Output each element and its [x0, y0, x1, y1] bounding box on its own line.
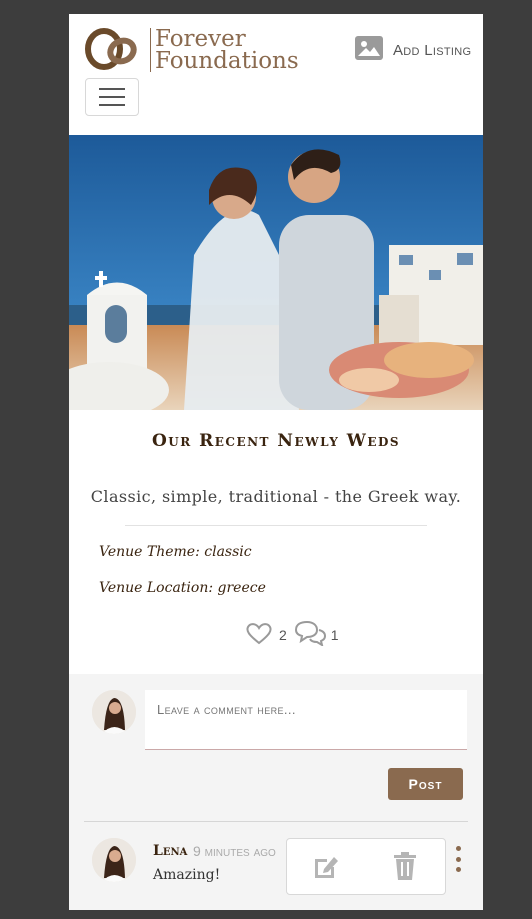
comments-icon[interactable]: [293, 620, 327, 649]
hamburger-icon-bar: [99, 88, 125, 90]
brand-line-1: Forever: [155, 26, 246, 52]
comment-actions-menu: [286, 838, 446, 895]
venue-theme-label: Venue Theme:: [99, 544, 200, 560]
comments-section: Post Lena 9 minutes ago Amazing!: [69, 674, 483, 910]
page: Forever Foundations Add Listing Our Rece…: [69, 14, 483, 910]
venue-location-value: greece: [217, 580, 266, 596]
comment-input[interactable]: [145, 690, 467, 750]
comments-divider: [84, 821, 468, 822]
venue-theme-value: classic: [204, 544, 252, 560]
post-tagline: Classic, simple, traditional - the Greek…: [90, 487, 462, 506]
post-comment-button[interactable]: Post: [388, 768, 463, 800]
comment-time: 9 minutes ago: [193, 843, 276, 859]
comment-options-kebab-icon[interactable]: [453, 846, 463, 872]
divider: [125, 525, 427, 526]
edit-icon[interactable]: [312, 853, 340, 885]
image-icon: [355, 36, 383, 64]
avatar: [92, 838, 136, 882]
kebab-dot: [455, 856, 461, 862]
brand-line-2: Foundations: [155, 48, 299, 74]
trash-icon[interactable]: [393, 852, 417, 884]
post-title: Our Recent Newly Weds: [151, 431, 401, 451]
like-count: 2: [279, 626, 287, 643]
brand-divider: [150, 28, 151, 72]
venue-location-label: Venue Location:: [99, 580, 214, 596]
brand-logo[interactable]: Forever Foundations: [84, 24, 299, 76]
avatar: [92, 690, 136, 734]
menu-toggle-button[interactable]: [85, 78, 139, 116]
heart-icon[interactable]: [245, 621, 273, 648]
hamburger-icon-bar: [99, 96, 125, 98]
comment-text: Amazing!: [153, 867, 221, 883]
add-listing-label: Add Listing: [393, 41, 472, 59]
hamburger-icon-bar: [99, 104, 125, 106]
venue-theme: Venue Theme: classic: [99, 544, 252, 560]
rings-icon: [84, 23, 146, 77]
post-stats: 2 1: [245, 620, 339, 649]
add-listing-link[interactable]: Add Listing: [355, 36, 471, 64]
post-photo: [69, 135, 483, 410]
kebab-dot: [455, 846, 461, 851]
venue-location: Venue Location: greece: [99, 580, 266, 596]
kebab-dot: [455, 867, 461, 872]
comment-author[interactable]: Lena: [153, 843, 187, 859]
comment-count: 1: [330, 626, 339, 643]
brand-wordmark: Forever Foundations: [155, 26, 299, 74]
